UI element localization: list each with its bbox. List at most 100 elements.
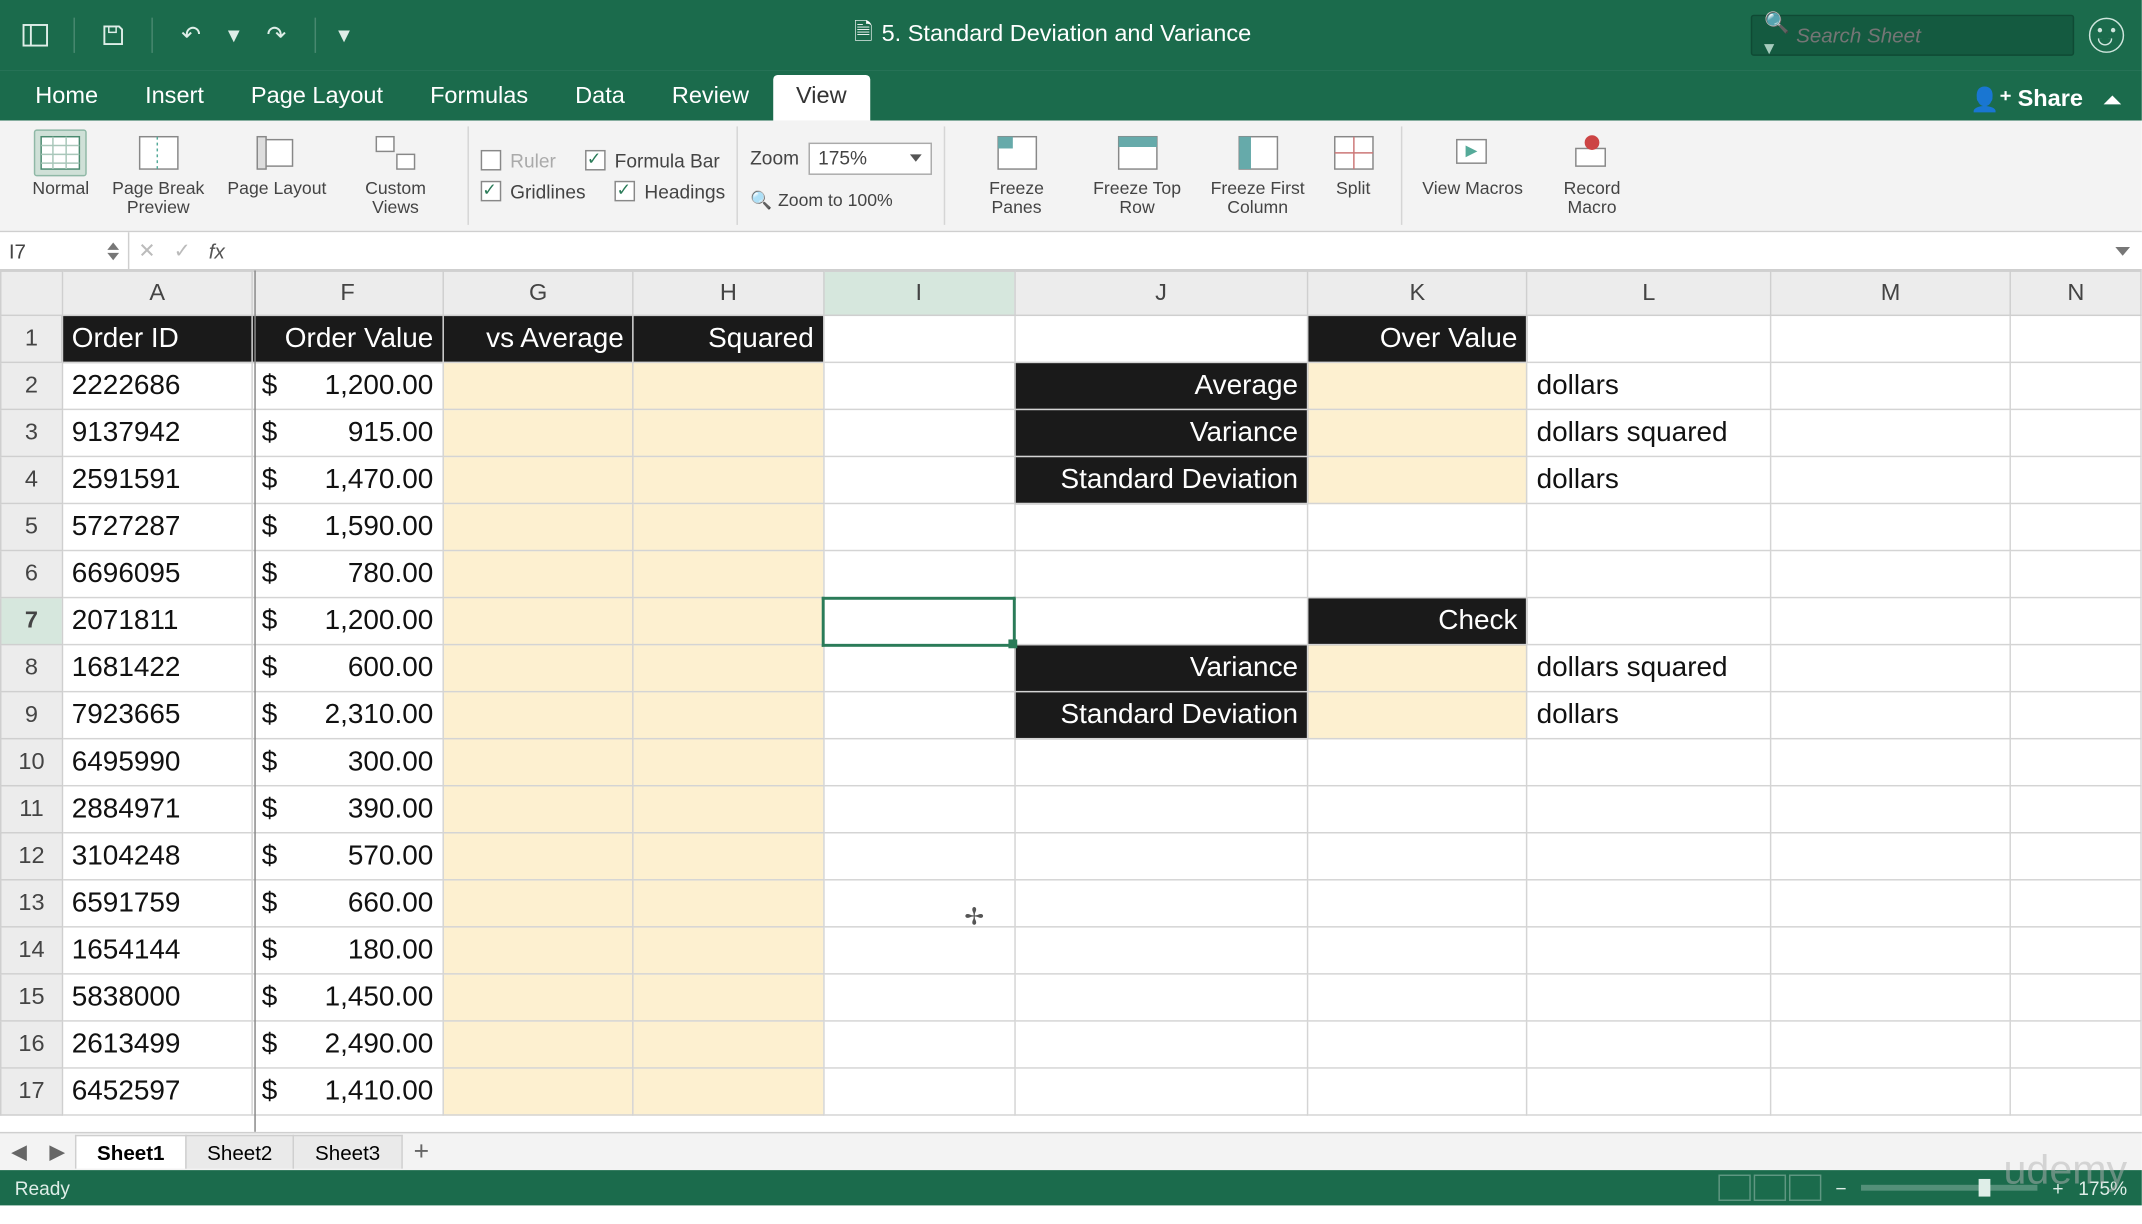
cell-J12[interactable] [1014,833,1307,880]
col-header-A[interactable]: A [62,271,252,315]
cell-I6[interactable] [823,551,1014,598]
cell-K14[interactable] [1308,927,1527,974]
cell-I13[interactable] [823,880,1014,927]
cell-H1[interactable]: Squared [633,315,823,362]
cell-N16[interactable] [2011,1021,2141,1068]
cell-A8[interactable]: 1681422 [62,645,252,692]
cell-L12[interactable] [1527,833,1770,880]
cell-K5[interactable] [1308,503,1527,550]
row-header-4[interactable]: 4 [1,456,62,503]
cell-J6[interactable] [1014,551,1307,598]
cell-H3[interactable] [633,409,823,456]
cell-A13[interactable]: 6591759 [62,880,252,927]
zoom-out-button[interactable]: − [1835,1177,1846,1199]
col-header-M[interactable]: M [1770,271,2010,315]
tab-data[interactable]: Data [552,75,649,121]
enter-icon[interactable]: ✓ [165,238,200,263]
cell-H5[interactable] [633,503,823,550]
cell-M11[interactable] [1770,786,2010,833]
cell-N9[interactable] [2011,692,2141,739]
cell-G12[interactable] [443,833,634,880]
cell-H12[interactable] [633,833,823,880]
pagebreak-view-icon[interactable] [1788,1175,1820,1201]
search-box[interactable]: 🔍▾ [1751,15,2074,56]
cell-H8[interactable] [633,645,823,692]
cell-K7[interactable]: Check [1308,598,1527,645]
headings-checkbox[interactable]: Headings [615,180,725,202]
cell-G2[interactable] [443,362,634,409]
cell-N15[interactable] [2011,974,2141,1021]
cell-L6[interactable] [1527,551,1770,598]
cell-F3[interactable]: $915.00 [252,409,443,456]
cell-H4[interactable] [633,456,823,503]
tab-home[interactable]: Home [12,75,122,121]
cell-G6[interactable] [443,551,634,598]
cell-N2[interactable] [2011,362,2141,409]
cell-A2[interactable]: 2222686 [62,362,252,409]
cell-K11[interactable] [1308,786,1527,833]
cell-J16[interactable] [1014,1021,1307,1068]
select-all-corner[interactable] [1,271,62,315]
cell-G4[interactable] [443,456,634,503]
col-header-H[interactable]: H [633,271,823,315]
cell-G14[interactable] [443,927,634,974]
cell-L17[interactable] [1527,1068,1770,1115]
tab-insert[interactable]: Insert [122,75,228,121]
cell-N3[interactable] [2011,409,2141,456]
cell-H11[interactable] [633,786,823,833]
cell-M5[interactable] [1770,503,2010,550]
cell-J9[interactable]: Standard Deviation [1014,692,1307,739]
cell-I4[interactable] [823,456,1014,503]
cell-A4[interactable]: 2591591 [62,456,252,503]
cell-G15[interactable] [443,974,634,1021]
cell-G7[interactable] [443,598,634,645]
row-header-10[interactable]: 10 [1,739,62,786]
pagelayout-view-icon[interactable] [1753,1175,1785,1201]
col-header-L[interactable]: L [1527,271,1770,315]
row-header-1[interactable]: 1 [1,315,62,362]
cell-L16[interactable] [1527,1021,1770,1068]
cell-G17[interactable] [443,1068,634,1115]
cell-J14[interactable] [1014,927,1307,974]
tab-review[interactable]: Review [648,75,772,121]
cell-A1[interactable]: Order ID [62,315,252,362]
cell-J2[interactable]: Average [1014,362,1307,409]
zoom-level[interactable]: 175% [2078,1177,2127,1199]
tab-page-layout[interactable]: Page Layout [227,75,406,121]
cell-H9[interactable] [633,692,823,739]
cell-N17[interactable] [2011,1068,2141,1115]
cell-M9[interactable] [1770,692,2010,739]
cell-M7[interactable] [1770,598,2010,645]
cell-H13[interactable] [633,880,823,927]
cell-F5[interactable]: $1,590.00 [252,503,443,550]
cell-G16[interactable] [443,1021,634,1068]
record-macro-button[interactable]: Record Macro [1532,129,1653,218]
cell-L15[interactable] [1527,974,1770,1021]
cell-J4[interactable]: Standard Deviation [1014,456,1307,503]
cell-L9[interactable]: dollars [1527,692,1770,739]
cell-N12[interactable] [2011,833,2141,880]
cell-H14[interactable] [633,927,823,974]
cell-J1[interactable] [1014,315,1307,362]
cell-I3[interactable] [823,409,1014,456]
view-normal-button[interactable]: Normal [24,129,98,198]
view-mode-buttons[interactable] [1718,1175,1821,1201]
cell-L7[interactable] [1527,598,1770,645]
cell-F12[interactable]: $570.00 [252,833,443,880]
freeze-panes-button[interactable]: Freeze Panes [956,129,1077,218]
cell-I14[interactable] [823,927,1014,974]
cell-G8[interactable] [443,645,634,692]
cell-M2[interactable] [1770,362,2010,409]
cell-G9[interactable] [443,692,634,739]
cell-K2[interactable] [1308,362,1527,409]
sidebar-toggle-icon[interactable] [15,15,56,56]
cell-J11[interactable] [1014,786,1307,833]
cell-I7[interactable] [823,598,1014,645]
cell-M17[interactable] [1770,1068,2010,1115]
row-header-14[interactable]: 14 [1,927,62,974]
cell-F13[interactable]: $660.00 [252,880,443,927]
cell-F7[interactable]: $1,200.00 [252,598,443,645]
cell-N11[interactable] [2011,786,2141,833]
cell-H2[interactable] [633,362,823,409]
cell-J8[interactable]: Variance [1014,645,1307,692]
